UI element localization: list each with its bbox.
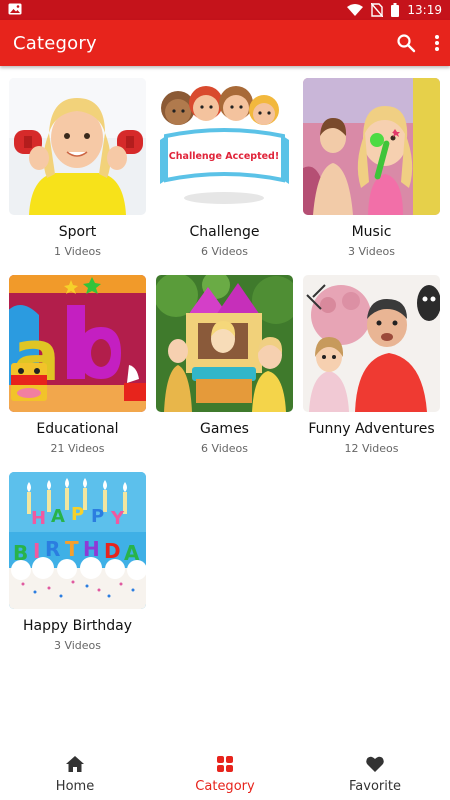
bottom-navigation: Home Category Favorite <box>0 750 450 800</box>
category-card-educational[interactable]: a Educational 21 Videos <box>9 275 146 455</box>
category-card-happy-birthday[interactable]: H A P P Y B I R T H D A Happy Birthday 3… <box>9 472 146 652</box>
category-thumbnail: Challenge Accepted! <box>156 78 293 215</box>
category-grid: Sport 1 Videos Challenge Accepted! Chall… <box>9 78 441 652</box>
search-icon[interactable] <box>396 33 416 53</box>
app-bar: Category <box>0 20 450 66</box>
category-title: Challenge <box>189 224 260 240</box>
category-card-sport[interactable]: Sport 1 Videos <box>9 78 146 258</box>
nav-item-home[interactable]: Home <box>0 750 150 800</box>
svg-text:H: H <box>31 508 46 529</box>
category-thumbnail <box>9 78 146 215</box>
status-left <box>8 3 22 18</box>
category-card-challenge[interactable]: Challenge Accepted! Challenge 6 Videos <box>156 78 293 258</box>
status-right: 13:19 <box>347 3 442 17</box>
nav-label: Category <box>195 779 255 794</box>
status-bar: 13:19 <box>0 0 450 20</box>
category-video-count: 3 Videos <box>347 245 396 258</box>
category-video-count: 3 Videos <box>53 639 102 652</box>
category-title: Happy Birthday <box>23 618 132 634</box>
more-vert-icon[interactable] <box>434 34 440 52</box>
category-video-count: 21 Videos <box>50 442 105 455</box>
nav-item-favorite[interactable]: Favorite <box>300 750 450 800</box>
challenge-banner-text: Challenge Accepted! <box>169 151 279 162</box>
svg-text:Y: Y <box>110 508 125 529</box>
gallery-icon <box>8 3 22 18</box>
nav-item-category[interactable]: Category <box>150 750 300 800</box>
wifi-icon <box>347 4 364 16</box>
svg-text:A: A <box>51 506 65 527</box>
category-video-count: 6 Videos <box>200 442 249 455</box>
category-thumbnail <box>303 78 440 215</box>
status-time: 13:19 <box>407 3 442 17</box>
home-icon <box>66 756 84 776</box>
svg-text:P: P <box>91 506 104 527</box>
heart-icon <box>366 756 384 776</box>
category-title: Sport <box>58 224 97 240</box>
category-card-music[interactable]: Music 3 Videos <box>303 78 440 258</box>
grid-icon <box>217 756 233 776</box>
svg-text:R: R <box>45 537 60 561</box>
category-thumbnail <box>156 275 293 412</box>
svg-text:T: T <box>65 537 79 561</box>
no-sim-icon <box>371 3 384 17</box>
category-thumbnail: H A P P Y B I R T H D A <box>9 472 146 609</box>
category-card-games[interactable]: Games 6 Videos <box>156 275 293 455</box>
battery-icon <box>391 3 400 17</box>
category-thumbnail: a <box>9 275 146 412</box>
category-thumbnail <box>303 275 440 412</box>
category-title: Music <box>351 224 392 240</box>
page-title: Category <box>13 32 97 54</box>
category-title: Games <box>200 421 249 437</box>
category-title: Funny Adventures <box>308 421 435 437</box>
category-card-funny-adventures[interactable]: Funny Adventures 12 Videos <box>303 275 440 455</box>
category-title: Educational <box>36 421 119 437</box>
category-video-count: 12 Videos <box>344 442 399 455</box>
svg-text:P: P <box>71 504 84 525</box>
nav-label: Home <box>55 779 95 794</box>
nav-label: Favorite <box>349 779 401 794</box>
category-video-count: 1 Videos <box>53 245 102 258</box>
category-video-count: 6 Videos <box>200 245 249 258</box>
app-actions <box>396 33 440 53</box>
